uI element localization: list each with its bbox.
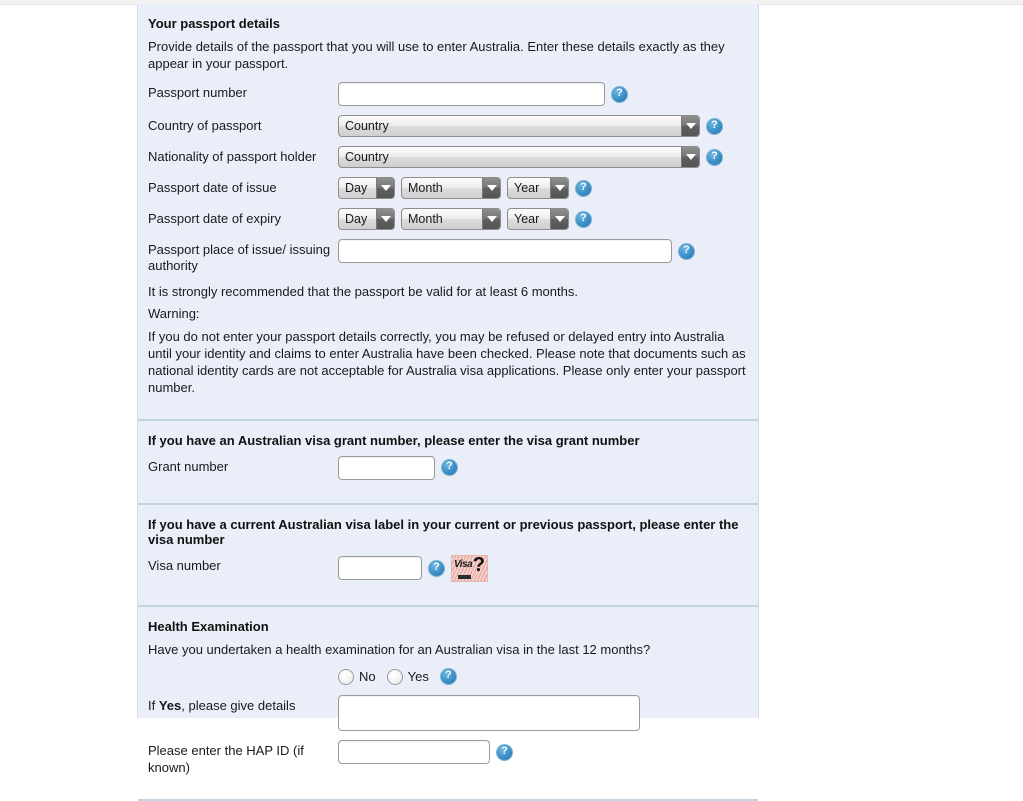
visa-thumbnail-bar [458,574,471,579]
details-label-bold: Yes [158,698,182,714]
grant-number-label: Grant number [148,458,229,474]
expiry-day-value: Day [345,212,368,226]
visa-grant-number-section: If you have an Australian visa grant num… [138,421,758,505]
visa-grant-number-heading: If you have an Australian visa grant num… [148,432,640,448]
chevron-down-icon[interactable] [681,147,699,167]
visa-label-number-heading: If you have a current Australian visa la… [148,516,739,547]
details-label-prefix: If [148,698,159,714]
help-icon[interactable] [439,668,457,686]
warning-text: If you do not enter your passport detail… [148,329,746,395]
health-exam-yes-radio[interactable] [386,668,403,685]
help-icon[interactable] [706,148,723,166]
visa-number-label: Visa number [148,557,221,573]
health-examination-title: Health Examination [148,618,269,634]
health-exam-yes-label: Yes [407,669,429,685]
passport-number-label: Passport number [148,85,247,100]
passport-details-title: Your passport details [148,16,280,31]
warning-label: Warning: [148,306,200,322]
passport-date-of-expiry-label: Passport date of expiry [148,211,281,226]
passport-place-of-issue-label: Passport place of issue/ issuing authori… [148,242,331,274]
health-exam-details-label: If Yes, please give details [148,695,338,714]
help-icon[interactable] [706,117,723,135]
health-examination-section: Health Examination Have you undertaken a… [138,607,758,801]
visa-sample-thumbnail-icon[interactable]: Visa ? [451,554,488,582]
visa-label-number-section: If you have a current Australian visa la… [138,505,758,607]
passport-place-of-issue-row: Passport place of issue/ issuing authori… [148,239,748,275]
chevron-down-icon[interactable] [376,178,394,198]
help-icon[interactable] [678,242,695,260]
passport-validity-recommendation: It is strongly recommended that the pass… [148,283,578,299]
passport-details-description: Provide details of the passport that you… [148,39,725,71]
passport-date-of-issue-label: Passport date of issue [148,180,277,195]
nationality-select[interactable]: Country [338,146,700,168]
country-of-passport-label: Country of passport [148,118,262,133]
chevron-down-icon[interactable] [550,178,568,198]
expiry-year-value: Year [514,212,540,226]
health-examination-radio-group: No Yes [338,668,748,686]
expiry-month-select[interactable]: Month [401,208,501,230]
passport-place-of-issue-input[interactable] [338,239,672,263]
help-icon[interactable] [428,559,445,577]
visa-thumbnail-word: Visa [454,558,473,570]
chevron-down-icon[interactable] [482,209,500,229]
nationality-row: Nationality of passport holder Country [148,146,748,168]
expiry-day-select[interactable]: Day [338,208,395,230]
chevron-down-icon[interactable] [376,209,394,229]
passport-number-input[interactable] [338,82,605,106]
health-exam-details-row: If Yes, please give details [148,695,748,732]
help-icon[interactable] [611,85,628,103]
hap-id-row: Please enter the HAP ID (if known) [148,740,748,776]
hap-id-input[interactable] [338,740,490,765]
health-exam-details-input[interactable] [338,695,640,732]
grant-number-row: Grant number [148,455,748,480]
health-exam-no-radio[interactable] [338,668,354,685]
issue-day-value: Day [345,181,368,195]
chevron-down-icon[interactable] [482,178,500,198]
help-icon[interactable] [496,743,513,761]
help-icon[interactable] [575,179,592,197]
issue-month-select[interactable]: Month [401,177,501,199]
health-exam-no-label: No [359,669,376,685]
passport-details-section: Your passport details Provide details of… [138,4,758,421]
visa-thumbnail-question-mark: ? [472,554,485,576]
issue-year-value: Year [514,181,540,195]
visa-number-input[interactable] [338,556,422,581]
health-examination-question: Have you undertaken a health examination… [148,641,651,657]
expiry-month-value: Month [408,212,443,226]
nationality-label: Nationality of passport holder [148,149,317,164]
visa-number-row: Visa number Visa ? [148,554,748,582]
hap-id-label: Please enter the HAP ID (if known) [148,743,304,775]
country-of-passport-row: Country of passport Country [148,115,748,137]
nationality-value: Country [345,150,389,164]
issue-day-select[interactable]: Day [338,177,395,199]
issue-year-select[interactable]: Year [507,177,569,199]
country-of-passport-select[interactable]: Country [338,115,700,137]
expiry-year-select[interactable]: Year [507,208,569,230]
grant-number-input[interactable] [338,455,435,480]
passport-number-row: Passport number [148,82,748,106]
passport-date-of-issue-row: Passport date of issue Day Month Year [148,177,748,199]
chevron-down-icon[interactable] [681,116,699,136]
issue-month-value: Month [408,181,443,195]
help-icon[interactable] [575,210,592,228]
chevron-down-icon[interactable] [550,209,568,229]
page-background: Your passport details Provide details of… [0,0,1023,801]
help-icon[interactable] [441,459,458,477]
passport-date-of-expiry-row: Passport date of expiry Day Month Year [148,208,748,230]
visa-application-form-panel: Your passport details Provide details of… [137,4,759,801]
details-label-suffix: , please give details [181,698,296,714]
country-of-passport-value: Country [345,119,389,133]
